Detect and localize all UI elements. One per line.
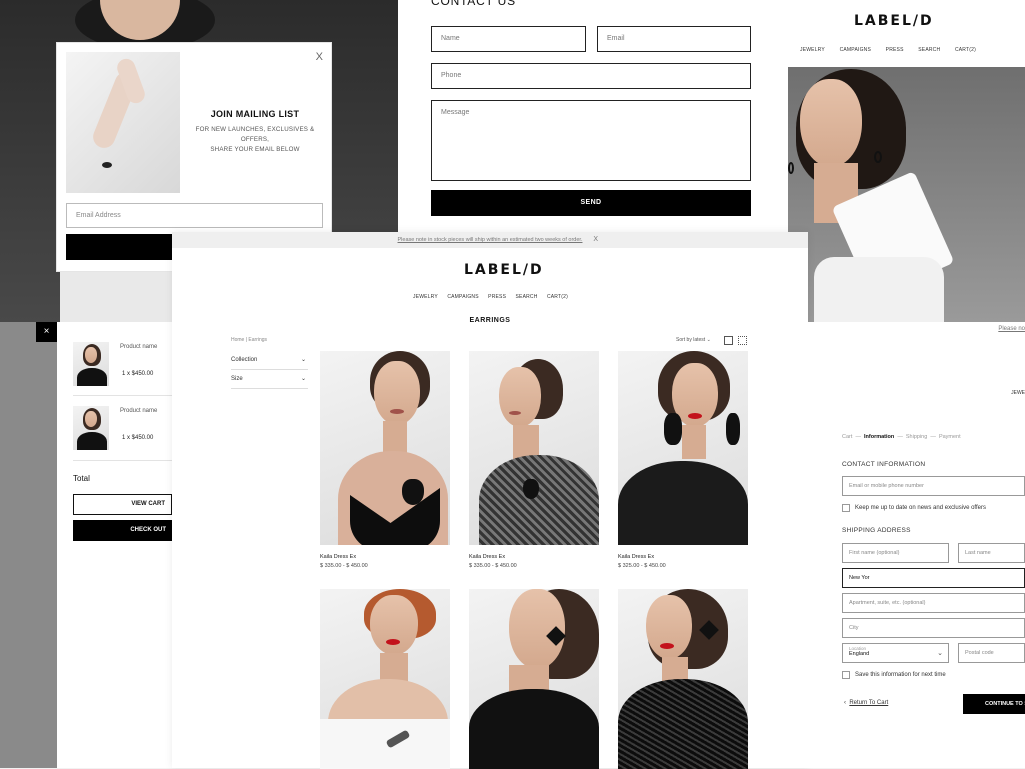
newsletter-checkbox[interactable] [842,504,850,512]
mailing-title: JOIN MAILING LIST [210,109,300,119]
shipping-address-heading: SHIPPING ADDRESS [842,527,911,534]
product-image[interactable] [469,351,599,545]
contact-information-heading: CONTACT INFORMATION [842,461,926,468]
sort-dropdown[interactable]: Sort by latest ⌄ [676,337,711,343]
cart-drawer: Product name 1 x $450.00 Product name 1 … [57,322,172,768]
email-input[interactable]: Email [597,26,751,52]
nav-press[interactable]: PRESS [488,294,506,300]
apartment-input[interactable]: Apartment, suite, etc. (optional) [842,593,1025,613]
cart-item-image [73,406,109,450]
product-name[interactable]: Kaila Dress Ex [320,554,356,560]
checkout-page: Please no JEWE Cart — Information — Ship… [808,322,1025,768]
check-out-button[interactable]: CHECK OUT [73,520,172,541]
grid-3-icon[interactable] [738,336,747,345]
cart-total-label: Total [73,474,90,483]
product-name[interactable]: Kaila Dress Ex [469,554,505,560]
newsletter-label: Keep me up to date on news and exclusive… [855,505,986,511]
contact-title: CONTACT US [431,0,516,8]
nav-campaigns[interactable]: CAMPAIGNS [840,47,871,53]
breadcrumb[interactable]: Home | Earrings [231,337,267,343]
shipping-notice-text[interactable]: Please note in stock pieces will ship wi… [398,237,583,243]
brand-logo[interactable]: LABEL/D [464,262,544,278]
shipping-notice-bar: Please note in stock pieces will ship wi… [172,232,808,248]
view-cart-button[interactable]: VIEW CART [73,494,172,515]
main-nav: JEWELRY CAMPAIGNS PRESS SEARCH CART(2) [413,294,568,300]
step-payment: Payment [938,434,961,440]
divider [73,460,172,461]
main-nav: JEWELRY CAMPAIGNS PRESS SEARCH CART(2) [800,47,976,53]
send-button[interactable]: SEND [431,190,751,216]
save-info-checkbox[interactable] [842,671,850,679]
filter-collection[interactable]: Collection ⌄ [231,351,308,370]
contact-email-input[interactable]: Email or mobile phone number [842,476,1025,496]
chevron-down-icon: ⌄ [300,357,306,363]
continue-to-shipping-button[interactable]: CONTINUE TO SH [963,694,1025,714]
close-icon[interactable]: X [316,51,323,63]
cart-close-button[interactable]: × [36,322,57,342]
nav-jewelry[interactable]: JEWELRY [413,294,438,300]
cart-item-image [73,342,109,386]
address-input[interactable]: New Yor [842,568,1025,588]
save-info-label: Save this information for next time [855,672,946,678]
brand-logo[interactable]: LABEL/D [854,13,934,29]
cart-item-name: Product name [120,408,158,414]
nav-jewelry[interactable]: JEWE [1011,390,1025,396]
cart-item-price: 1 x $450.00 [122,435,154,441]
product-image[interactable] [618,351,748,545]
filter-size[interactable]: Size ⌄ [231,370,308,389]
checkout-notice-text[interactable]: Please no [998,326,1025,332]
last-name-input[interactable]: Last name [958,543,1025,563]
hand-bracelet-image [66,52,180,193]
cart-item-price: 1 x $450.00 [122,371,154,377]
step-cart[interactable]: Cart [842,434,852,440]
chevron-down-icon: ⌄ [937,650,943,657]
checkout-breadcrumb: Cart — Information — Shipping — Payment [842,434,961,440]
divider [73,395,172,396]
message-textarea[interactable]: Message [431,100,751,181]
nav-search[interactable]: SEARCH [516,294,538,300]
nav-campaigns[interactable]: CAMPAIGNS [447,294,478,300]
product-price: $ 335.00 - $ 450.00 [320,563,368,569]
postal-code-input[interactable]: Postal code [958,643,1025,663]
name-input[interactable]: Name [431,26,586,52]
step-shipping: Shipping [905,434,928,440]
product-image[interactable] [469,589,599,769]
location-value: England [849,651,870,657]
city-input[interactable]: City [842,618,1025,638]
chevron-down-icon: ⌄ [300,376,306,382]
product-image[interactable] [618,589,748,769]
cart-item-name: Product name [120,344,158,350]
grid-2-icon[interactable] [724,336,733,345]
nav-search[interactable]: SEARCH [918,47,940,53]
product-name[interactable]: Kaila Dress Ex [618,554,654,560]
product-image[interactable] [320,589,450,769]
nav-cart[interactable]: CART(2) [955,47,976,53]
product-price: $ 335.00 - $ 450.00 [469,563,517,569]
nav-jewelry[interactable]: JEWELRY [800,47,825,53]
nav-press[interactable]: PRESS [886,47,904,53]
close-icon[interactable]: X [593,232,598,248]
mailing-email-input[interactable]: Email Address [66,203,323,228]
editorial-model-photo [788,67,1025,322]
product-price: $ 325.00 - $ 450.00 [618,563,666,569]
product-image[interactable] [320,351,450,545]
nav-cart[interactable]: CART(2) [547,294,568,300]
mailing-description: FOR NEW LAUNCHES, EXCLUSIVES & OFFERS, SH… [195,126,315,153]
step-information: Information [864,434,895,440]
location-select[interactable]: Location England ⌄ [842,643,949,663]
phone-input[interactable]: Phone [431,63,751,89]
earrings-listing-page: Please note in stock pieces will ship wi… [172,232,808,769]
first-name-input[interactable]: First name (optional) [842,543,949,563]
contact-page: CONTACT US Name Email Phone Message SEND [398,0,788,232]
editorial-page: LABEL/D JEWELRY CAMPAIGNS PRESS SEARCH C… [788,0,1025,322]
return-to-cart-link[interactable]: ‹ Return To Cart [844,700,888,706]
page-title: EARRINGS [469,317,511,324]
